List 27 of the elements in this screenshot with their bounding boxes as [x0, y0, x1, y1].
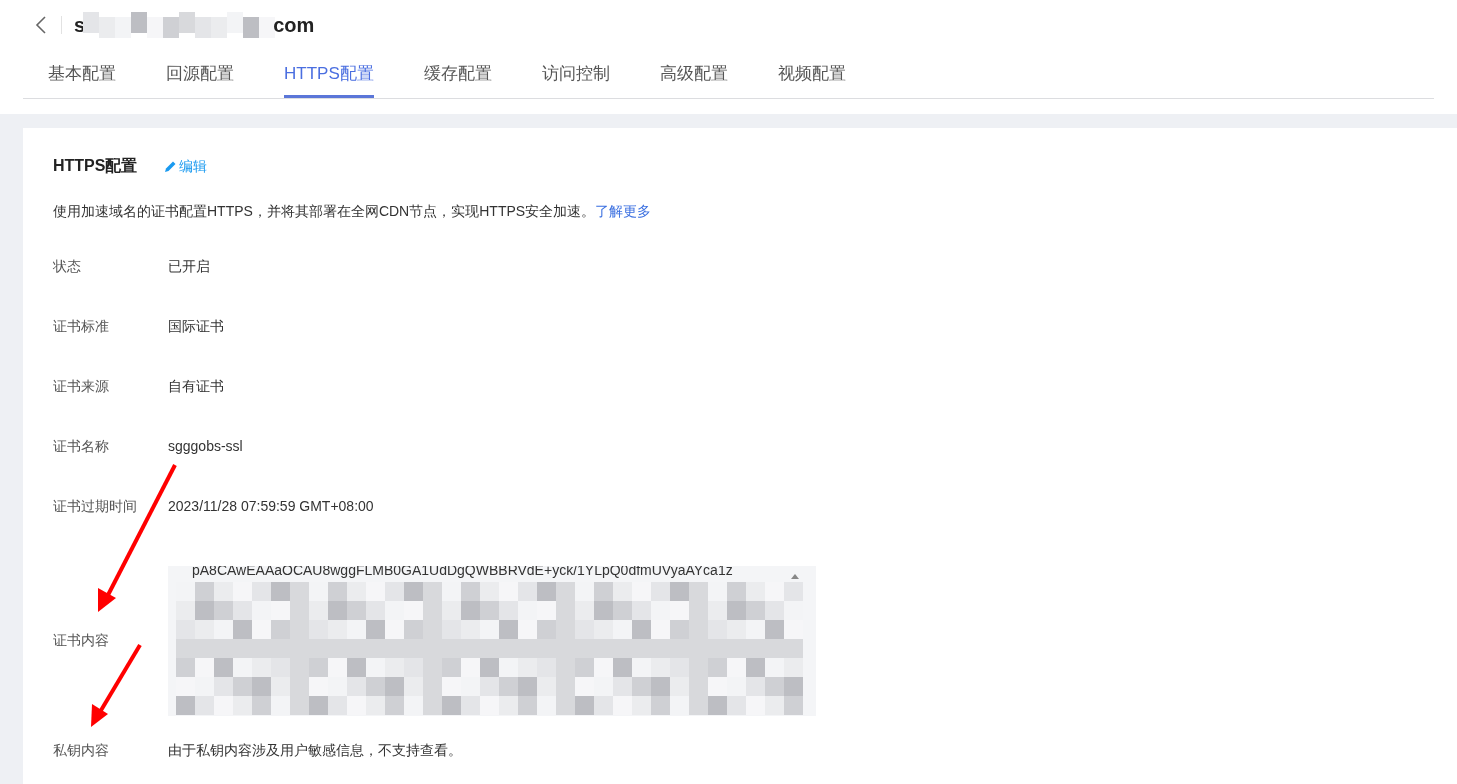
tab[interactable]: 缓存配置 [423, 50, 492, 98]
tab[interactable]: 访问控制 [541, 50, 610, 98]
field-value: 2023/11/28 07:59:59 GMT+08:00 [168, 497, 374, 515]
field-label: 证书过期时间 [53, 497, 138, 515]
field-value: 国际证书 [168, 317, 224, 335]
field-label: 私钥内容 [53, 741, 110, 759]
field-label: 证书内容 [53, 632, 110, 650]
tab[interactable]: 高级配置 [659, 50, 728, 98]
pencil-icon [163, 159, 178, 174]
learn-more-link[interactable]: 了解更多 [595, 203, 652, 219]
field-label: 状态 [53, 257, 82, 275]
field-label: 证书名称 [53, 437, 110, 455]
tab[interactable]: 基本配置 [48, 50, 116, 98]
domain-title: com [273, 13, 315, 37]
tab[interactable]: HTTPS配置 [284, 50, 374, 98]
back-icon[interactable] [35, 16, 47, 34]
tab[interactable]: 视频配置 [777, 50, 846, 98]
scroll-up-icon[interactable] [790, 572, 800, 580]
field-value: 由于私钥内容涉及用户敏感信息，不支持查看。 [168, 741, 462, 759]
description: 使用加速域名的证书配置HTTPS，并将其部署在全网CDN节点，实现HTTPS安全加速。了解更多 [53, 203, 653, 221]
field-value: 已开启 [168, 257, 210, 275]
tab[interactable]: 回源配置 [166, 50, 234, 98]
section-title: HTTPS配置 [53, 156, 138, 176]
field-label: 证书来源 [53, 377, 110, 395]
field-value: sgggobs-ssl [168, 437, 243, 455]
field-label: 证书标准 [53, 317, 110, 335]
field-value: 自有证书 [168, 377, 224, 395]
